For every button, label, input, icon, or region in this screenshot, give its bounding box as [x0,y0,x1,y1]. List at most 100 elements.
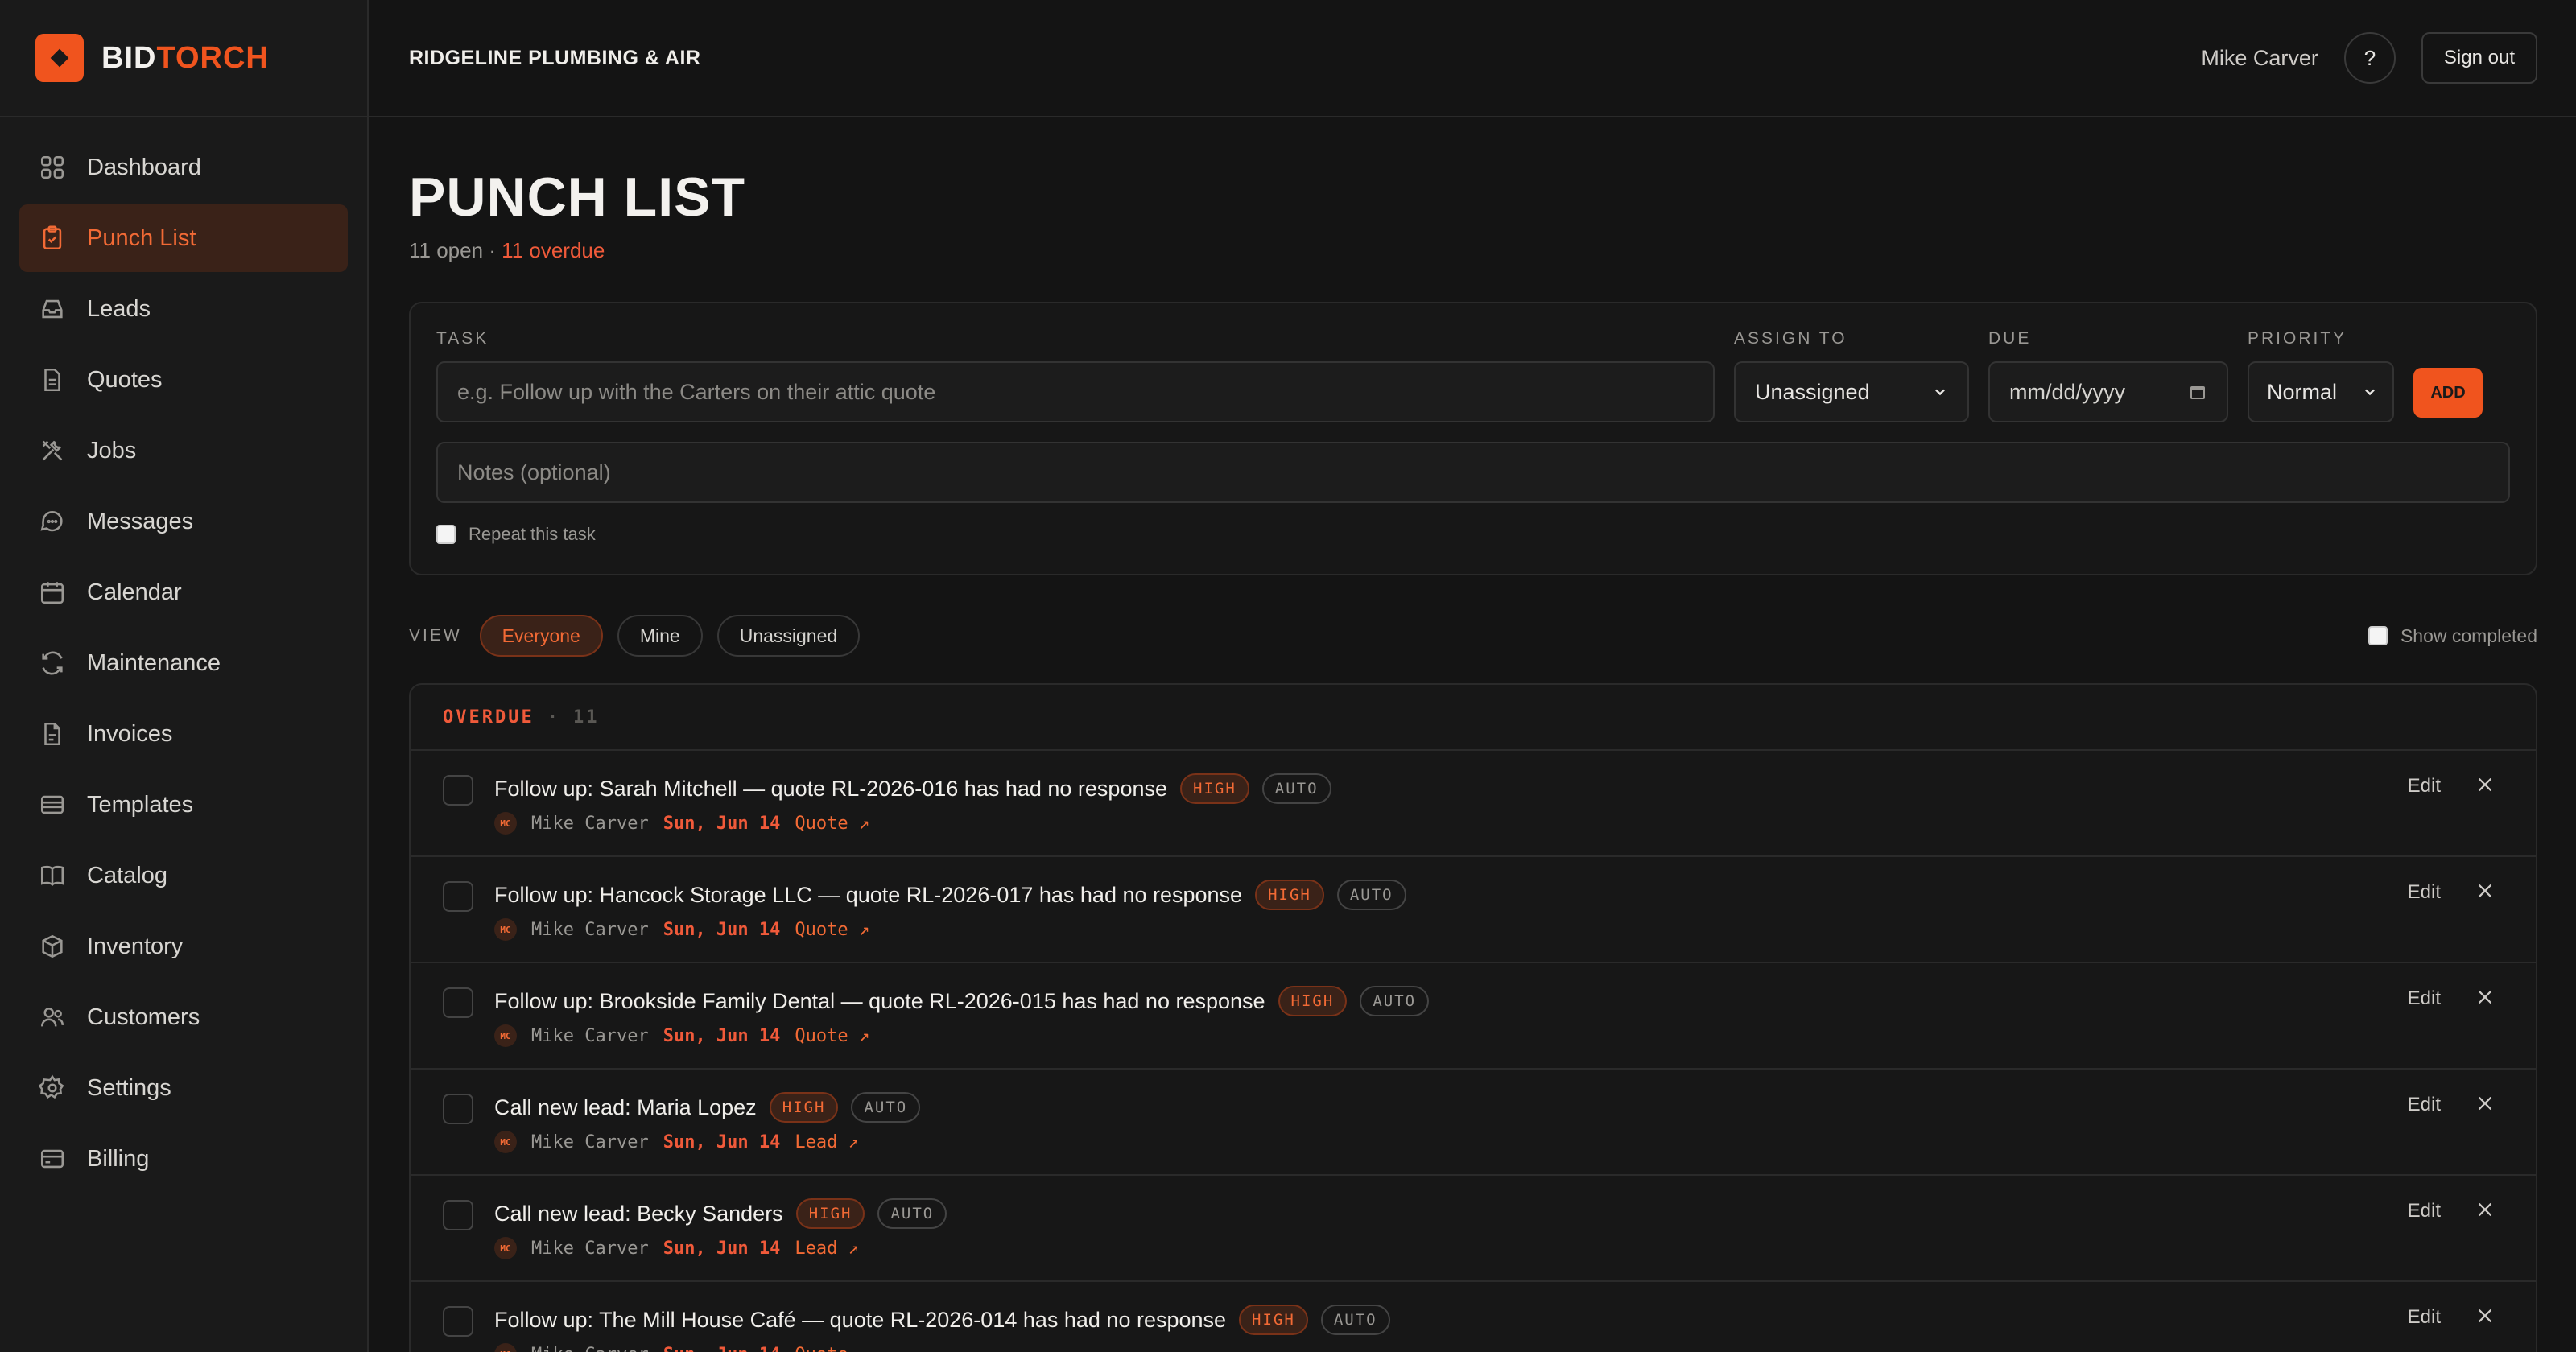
task-due-date: Sun, Jun 14 [663,1345,781,1352]
view-label: VIEW [409,626,462,645]
close-icon[interactable] [2476,988,2494,1010]
notes-input[interactable]: Notes (optional) [436,442,2510,503]
avatar: MC [494,1131,517,1153]
auto-badge: AUTO [877,1198,947,1229]
chevron-down-icon [2365,389,2375,396]
task-title: Follow up: Hancock Storage LLC — quote R… [494,882,1243,907]
show-completed-checkbox[interactable] [2368,626,2388,645]
priority-badge: HIGH [1278,986,1348,1016]
calendar-picker-icon[interactable] [2188,382,2207,402]
user-name: Mike Carver [2201,45,2318,70]
task-complete-checkbox[interactable] [443,1094,473,1124]
task-assignee: Mike Carver [531,1238,649,1259]
task-complete-checkbox[interactable] [443,1306,473,1337]
clipboard-check-icon [39,225,66,252]
auto-badge: AUTO [851,1092,921,1123]
sidebar-item-billing[interactable]: Billing [19,1125,348,1193]
sidebar-item-label: Catalog [87,862,167,888]
task-complete-checkbox[interactable] [443,775,473,806]
close-icon[interactable] [2476,882,2494,904]
task-input[interactable]: e.g. Follow up with the Carters on their… [436,361,1715,422]
show-completed-toggle[interactable]: Show completed [2368,625,2537,647]
sidebar-item-messages[interactable]: Messages [19,488,348,555]
sidebar-item-settings[interactable]: Settings [19,1054,348,1122]
sidebar-item-customers[interactable]: Customers [19,983,348,1051]
edit-button[interactable]: Edit [2408,1306,2441,1329]
task-title: Follow up: Sarah Mitchell — quote RL-202… [494,776,1167,801]
task-source-link[interactable]: Lead ↗ [795,1239,858,1259]
task-complete-checkbox[interactable] [443,1200,473,1230]
task-source-link[interactable]: Lead ↗ [795,1132,858,1152]
book-icon [39,862,66,889]
edit-button[interactable]: Edit [2408,1094,2441,1116]
task-row[interactable]: Call new lead: Maria Lopez HIGH AUTO MC … [411,1070,2536,1176]
sidebar-item-label: Maintenance [87,649,221,676]
priority-badge: HIGH [795,1198,865,1229]
sidebar-item-catalog[interactable]: Catalog [19,842,348,909]
task-body: Follow up: Sarah Mitchell — quote RL-202… [494,772,1331,835]
sidebar-item-leads[interactable]: Leads [19,275,348,343]
view-chip-mine[interactable]: Mine [617,615,703,657]
sidebar-item-quotes[interactable]: Quotes [19,346,348,414]
task-body: Follow up: Hancock Storage LLC — quote R… [494,878,1406,941]
task-source-link[interactable]: Quote ↗ [795,814,869,834]
sidebar-item-jobs[interactable]: Jobs [19,417,348,484]
close-icon[interactable] [2476,1201,2494,1222]
sidebar-item-label: Calendar [87,579,182,605]
header-actions: Mike Carver ? Sign out [2201,32,2537,84]
brand-name: BIDTORCH [101,40,269,75]
task-source-link[interactable]: Quote ↗ [795,920,869,940]
task-row[interactable]: Follow up: Hancock Storage LLC — quote R… [411,857,2536,963]
task-label: TASK [436,329,489,348]
sidebar-item-calendar[interactable]: Calendar [19,559,348,626]
edit-button[interactable]: Edit [2408,775,2441,798]
repeat-option[interactable]: Repeat this task [436,524,2510,545]
sidebar-item-invoices[interactable]: Invoices [19,700,348,768]
close-icon[interactable] [2476,776,2494,798]
view-chip-everyone[interactable]: Everyone [479,615,603,657]
help-button[interactable]: ? [2343,32,2396,84]
sidebar-item-inventory[interactable]: Inventory [19,913,348,980]
new-task-form: TASK e.g. Follow up with the Carters on … [409,302,2537,575]
edit-button[interactable]: Edit [2408,881,2441,904]
sign-out-button[interactable]: Sign out [2421,32,2537,84]
task-assignee: Mike Carver [531,813,649,834]
view-chip-unassigned[interactable]: Unassigned [716,615,861,657]
add-task-button[interactable]: ADD [2413,368,2483,418]
task-row[interactable]: Call new lead: Becky Sanders HIGH AUTO M… [411,1176,2536,1282]
auto-badge: AUTO [1360,986,1430,1016]
assign-to-select[interactable]: Unassigned [1734,361,1969,422]
sidebar-item-templates[interactable]: Templates [19,771,348,839]
repeat-checkbox[interactable] [436,525,456,544]
auto-badge: AUTO [1261,773,1331,804]
due-date-input[interactable]: mm/dd/yyyy [1988,361,2228,422]
task-title: Follow up: The Mill House Café — quote R… [494,1307,1227,1332]
repeat-label: Repeat this task [469,524,596,544]
priority-badge: HIGH [1239,1305,1308,1335]
chevron-down-icon [1935,389,1945,396]
task-complete-checkbox[interactable] [443,987,473,1018]
close-icon[interactable] [2476,1307,2494,1329]
priority-badge: HIGH [1180,773,1249,804]
sidebar-item-punch-list[interactable]: Punch List [19,204,348,272]
task-row[interactable]: Follow up: The Mill House Café — quote R… [411,1282,2536,1352]
card-icon [39,1145,66,1173]
close-icon[interactable] [2476,1094,2494,1116]
sidebar-item-label: Messages [87,508,194,534]
task-body: Follow up: Brookside Family Dental — quo… [494,984,1430,1047]
priority-select[interactable]: Normal [2248,361,2394,422]
brand[interactable]: BIDTORCH [0,0,367,117]
task-source-link[interactable]: Quote ↗ [795,1345,869,1352]
edit-button[interactable]: Edit [2408,987,2441,1010]
task-due-date: Sun, Jun 14 [663,1025,781,1046]
task-row[interactable]: Follow up: Brookside Family Dental — quo… [411,963,2536,1070]
task-source-link[interactable]: Quote ↗ [795,1026,869,1046]
edit-button[interactable]: Edit [2408,1200,2441,1222]
sidebar-item-maintenance[interactable]: Maintenance [19,629,348,697]
sidebar-item-label: Jobs [87,437,137,464]
sidebar-item-dashboard[interactable]: Dashboard [19,134,348,201]
avatar: MC [494,1024,517,1047]
task-row[interactable]: Follow up: Sarah Mitchell — quote RL-202… [411,751,2536,857]
tools-icon [39,437,66,464]
task-complete-checkbox[interactable] [443,881,473,912]
